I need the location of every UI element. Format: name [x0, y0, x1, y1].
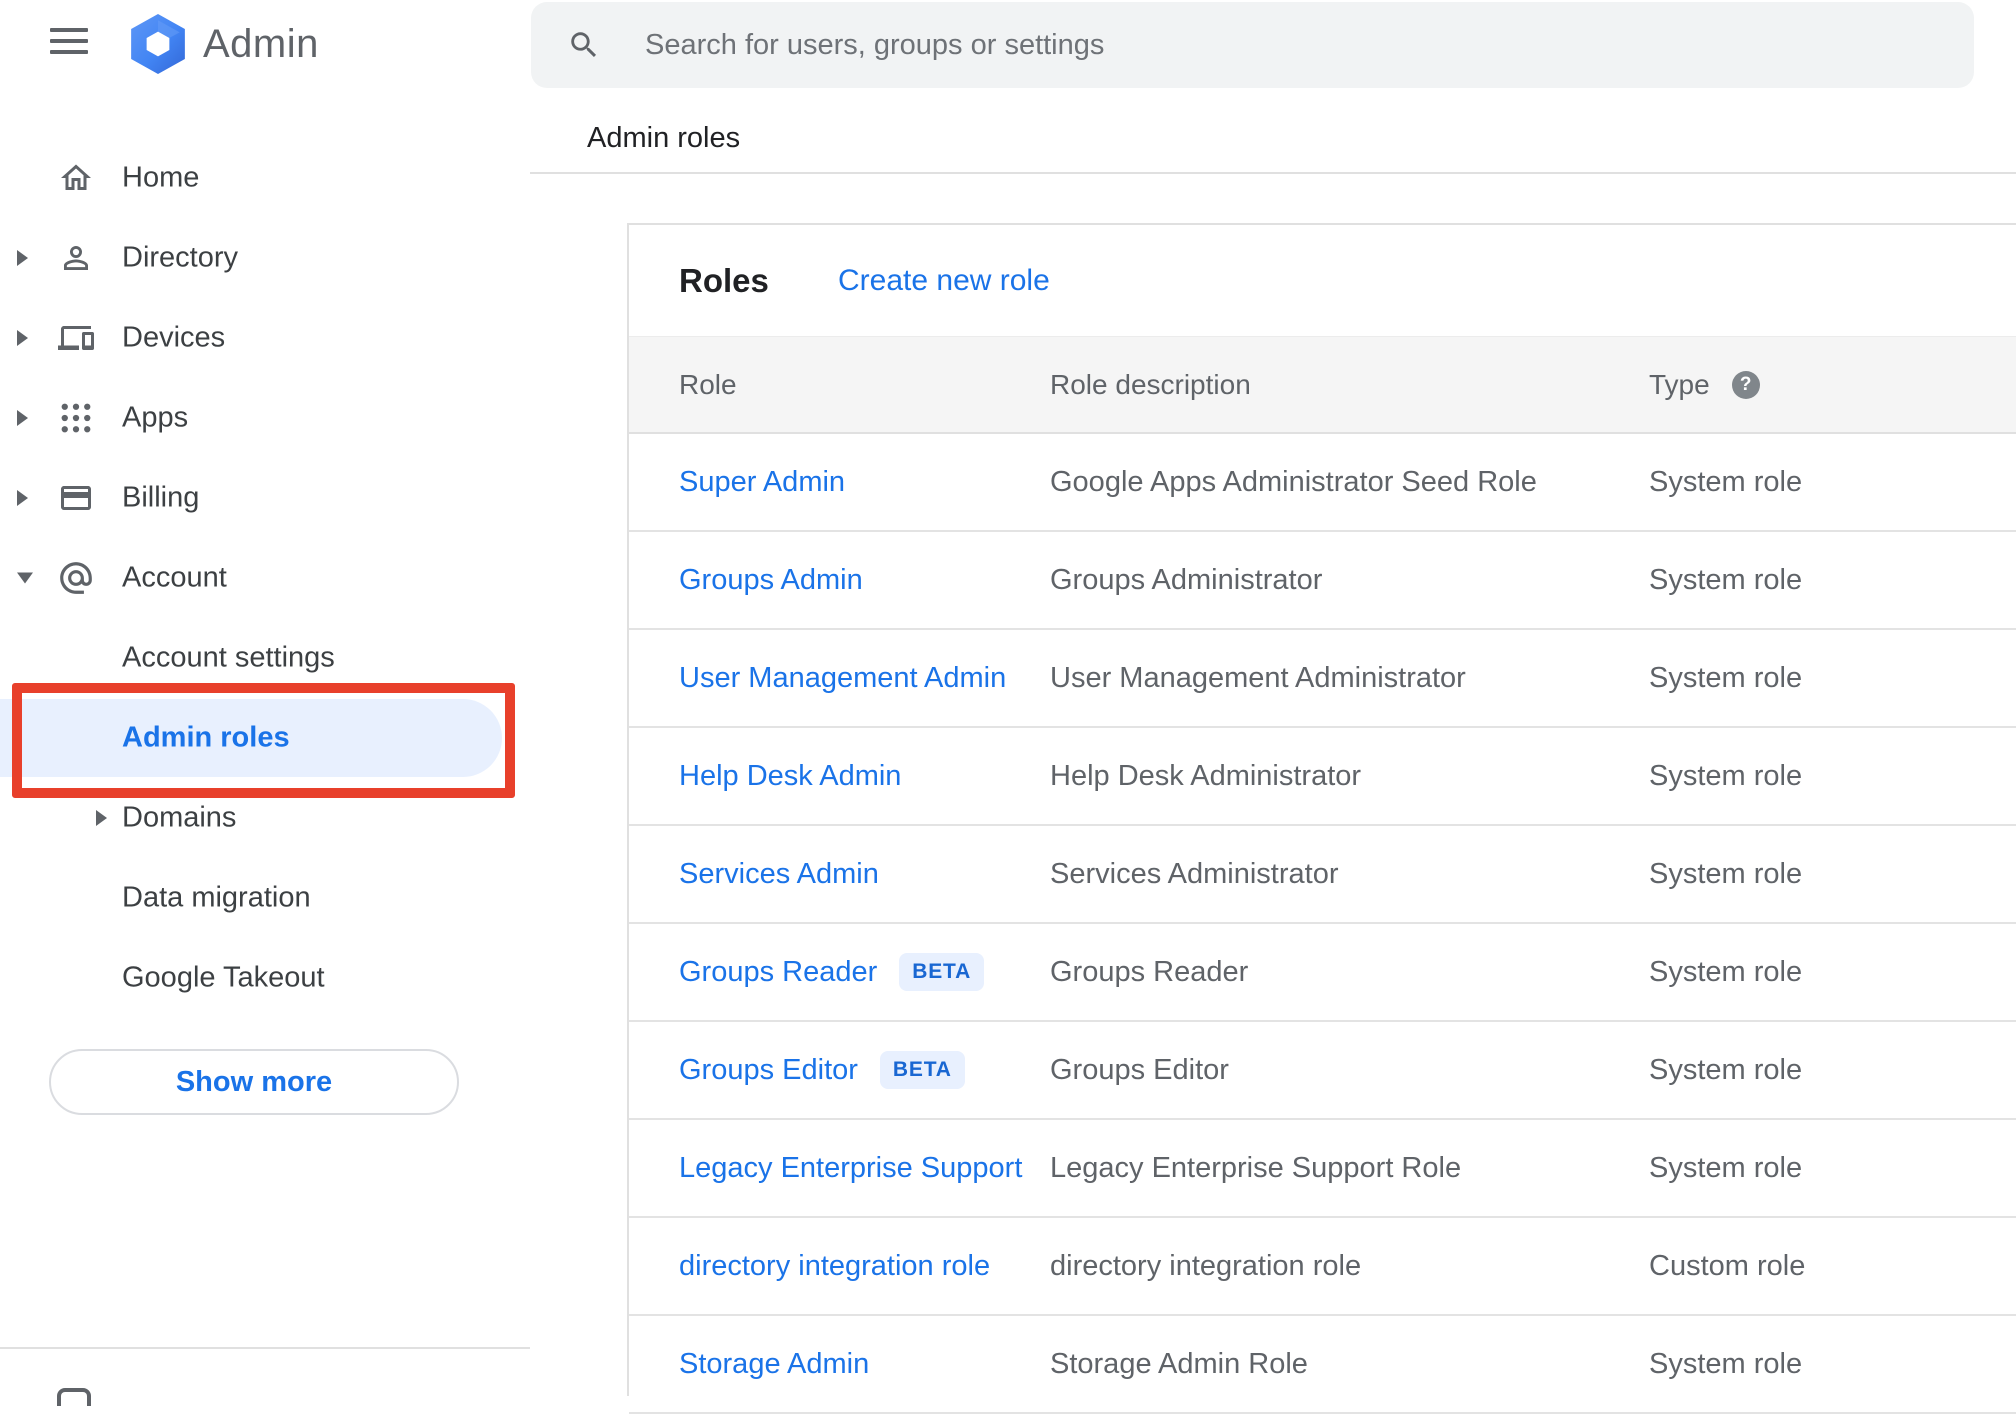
role-link[interactable]: Storage Admin — [679, 1348, 869, 1381]
beta-badge: BETA — [899, 953, 985, 991]
role-link[interactable]: User Management Admin — [679, 662, 1006, 695]
role-type: System role — [1649, 465, 1803, 498]
role-description: Groups Editor — [1050, 1053, 1229, 1086]
table-row: Groups Reader BETA Groups Reader System … — [629, 924, 2016, 1022]
role-link[interactable]: directory integration role — [679, 1250, 990, 1283]
sidebar-item-label: Devices — [122, 321, 226, 354]
role-type: System role — [1649, 955, 1803, 988]
search-bar — [531, 2, 1974, 88]
column-header-type: Type — [1649, 368, 1710, 400]
sidebar-item-label: Data migration — [122, 881, 311, 914]
caret-right-icon — [17, 490, 28, 506]
role-type: System role — [1649, 563, 1803, 596]
breadcrumb: Admin roles — [587, 122, 741, 154]
sidebar-item-devices[interactable]: Devices — [0, 298, 530, 378]
devices-icon — [56, 318, 96, 358]
beta-badge: BETA — [879, 1051, 965, 1089]
apps-grid-icon — [56, 398, 96, 438]
at-sign-icon — [56, 558, 96, 598]
sidebar-item-label: Apps — [122, 401, 189, 434]
role-type: Custom role — [1649, 1249, 1806, 1282]
role-type: System role — [1649, 759, 1803, 792]
sidebar-item-label: Admin roles — [122, 721, 290, 754]
header-divider — [530, 172, 2016, 174]
table-row: Groups Editor BETA Groups Editor System … — [629, 1022, 2016, 1120]
role-link[interactable]: Super Admin — [679, 466, 845, 499]
sidebar-item-label: Account — [122, 561, 227, 594]
role-link[interactable]: Groups Reader — [679, 956, 877, 989]
column-header-description: Role description — [1050, 368, 1251, 400]
sidebar-item-label: Google Takeout — [122, 961, 325, 994]
help-icon[interactable]: ? — [1731, 370, 1760, 399]
sidebar-item-label: Directory — [122, 241, 239, 274]
role-link[interactable]: Help Desk Admin — [679, 760, 901, 793]
search-input[interactable] — [531, 2, 1974, 88]
table-body: Super Admin Google Apps Administrator Se… — [629, 434, 2016, 1414]
sidebar-item-google-takeout[interactable]: Google Takeout — [0, 938, 530, 1018]
clipped-bottom-icon — [57, 1388, 91, 1406]
role-type: System role — [1649, 1053, 1803, 1086]
sidebar-item-account-settings[interactable]: Account settings — [0, 618, 530, 698]
role-description: Groups Administrator — [1050, 563, 1323, 596]
sidebar-item-label: Domains — [122, 801, 237, 834]
roles-panel-header: Roles Create new role — [629, 225, 2016, 336]
table-row: Groups Admin Groups Administrator System… — [629, 532, 2016, 630]
sidebar-item-apps[interactable]: Apps — [0, 378, 530, 458]
table-row: Storage Admin Storage Admin Role System … — [629, 1316, 2016, 1414]
table-row: Legacy Enterprise Support Legacy Enterpr… — [629, 1120, 2016, 1218]
caret-down-icon — [17, 572, 33, 584]
caret-right-icon — [96, 810, 107, 826]
role-description: Services Administrator — [1050, 857, 1339, 890]
role-type: System role — [1649, 857, 1803, 890]
sidebar-item-account[interactable]: Account — [0, 538, 530, 618]
role-description: Storage Admin Role — [1050, 1347, 1308, 1380]
role-link[interactable]: Groups Editor — [679, 1054, 858, 1087]
sidebar-item-label: Account settings — [122, 641, 335, 674]
caret-right-icon — [17, 410, 28, 426]
sidebar-item-label: Billing — [122, 481, 200, 514]
sidebar-item-domains[interactable]: Domains — [0, 778, 530, 858]
caret-right-icon — [17, 250, 28, 266]
panel-title: Roles — [679, 261, 769, 299]
admin-logo-icon — [131, 14, 185, 74]
sidebar-item-admin-roles[interactable]: Admin roles — [0, 698, 530, 778]
sidebar-nav: Home Directory Devices Apps Billing Acco… — [0, 138, 530, 1018]
sidebar-item-directory[interactable]: Directory — [0, 218, 530, 298]
app-title: Admin — [203, 22, 319, 66]
role-description: User Management Administrator — [1050, 661, 1466, 694]
home-icon — [56, 158, 96, 198]
table-header-row: Role Role description Type ? — [629, 336, 2016, 434]
role-description: Legacy Enterprise Support Role — [1050, 1151, 1462, 1184]
role-type: System role — [1649, 1151, 1803, 1184]
sidebar-item-billing[interactable]: Billing — [0, 458, 530, 538]
create-new-role-link[interactable]: Create new role — [838, 264, 1050, 298]
table-row: Services Admin Services Administrator Sy… — [629, 826, 2016, 924]
sidebar-item-data-migration[interactable]: Data migration — [0, 858, 530, 938]
table-row: directory integration role directory int… — [629, 1218, 2016, 1316]
role-link[interactable]: Groups Admin — [679, 564, 863, 597]
table-row: Super Admin Google Apps Administrator Se… — [629, 434, 2016, 532]
role-description: directory integration role — [1050, 1249, 1362, 1282]
sidebar-divider — [0, 1347, 530, 1349]
role-type: System role — [1649, 1347, 1803, 1380]
role-link[interactable]: Services Admin — [679, 858, 879, 891]
person-icon — [56, 238, 96, 278]
role-type: System role — [1649, 661, 1803, 694]
role-link[interactable]: Legacy Enterprise Support — [679, 1152, 1022, 1185]
caret-right-icon — [17, 330, 28, 346]
table-row: User Management Admin User Management Ad… — [629, 630, 2016, 728]
role-description: Google Apps Administrator Seed Role — [1050, 465, 1537, 498]
sidebar-item-label: Home — [122, 161, 200, 194]
roles-panel: Roles Create new role Role Role descript… — [627, 223, 2016, 1414]
sidebar: Admin Home Directory Devices Apps Billin… — [0, 0, 530, 1406]
sidebar-item-home[interactable]: Home — [0, 138, 530, 218]
show-more-button[interactable]: Show more — [49, 1049, 459, 1115]
menu-icon[interactable] — [50, 28, 88, 54]
role-description: Groups Reader — [1050, 955, 1249, 988]
role-description: Help Desk Administrator — [1050, 759, 1362, 792]
column-header-role: Role — [679, 368, 737, 400]
table-row: Help Desk Admin Help Desk Administrator … — [629, 728, 2016, 826]
credit-card-icon — [56, 478, 96, 518]
